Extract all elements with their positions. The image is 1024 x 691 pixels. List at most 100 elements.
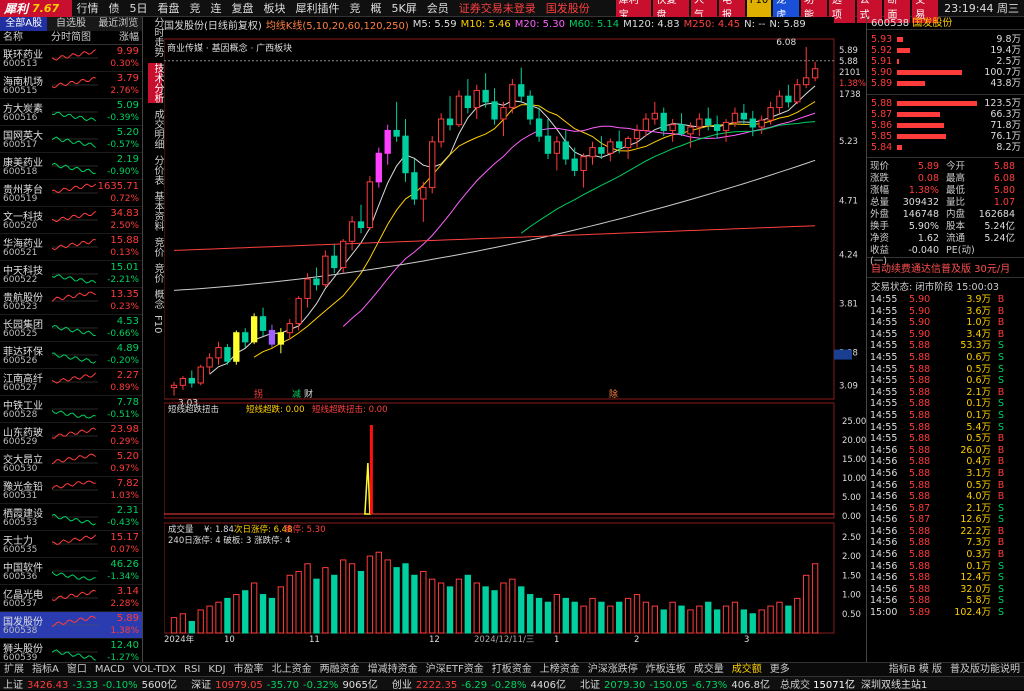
candle[interactable] [678, 113, 685, 137]
volume-bar[interactable] [446, 586, 454, 634]
ask-row[interactable]: 5.90 100.7万 [867, 67, 1024, 78]
candle[interactable] [357, 204, 365, 234]
stock-row[interactable]: 山东药玻 600529 23.98 0.29% [0, 423, 142, 450]
volume-bar[interactable] [437, 582, 445, 634]
candle[interactable] [803, 47, 810, 89]
volume-bar[interactable] [197, 609, 204, 634]
indicator-tab-10[interactable]: 沪深ETF资金 [422, 663, 488, 677]
volume-bar[interactable] [322, 567, 329, 634]
candle[interactable] [402, 119, 409, 182]
bid-row[interactable]: 5.87 66.3万 [867, 109, 1024, 120]
stock-row[interactable]: 联环药业 600513 9.99 0.30% [0, 45, 142, 72]
volume-bar[interactable] [268, 597, 276, 634]
stock-row[interactable]: 栖霞建设 600533 2.31 -0.43% [0, 504, 142, 531]
menu-item-7[interactable]: 板块 [259, 0, 291, 17]
side-tab-3[interactable]: 分价表 [148, 155, 163, 185]
indicator-tab-15[interactable]: 成交量 [690, 663, 728, 677]
volume-bar[interactable] [402, 563, 409, 634]
volume-bar[interactable] [713, 609, 721, 634]
indicator-tab-2[interactable]: MACD [91, 663, 129, 677]
stock-row[interactable]: 国网英大 600517 5.20 -0.57% [0, 126, 142, 153]
indicator-tab-0[interactable]: 指标A [28, 663, 63, 677]
candle[interactable] [607, 138, 614, 162]
candle[interactable] [331, 244, 338, 274]
indicator-tab-8[interactable]: 两融资金 [316, 663, 364, 677]
menu-item-9[interactable]: 竞 [345, 0, 366, 17]
volume-bar[interactable] [242, 590, 249, 634]
kline-chart-area[interactable]: 商业传媒 · 基因概念 · 广西板块6.083.03拐减财除5.895.8821… [164, 31, 866, 651]
app-logo[interactable]: 犀利 7.67 [0, 0, 72, 17]
volume-bar[interactable] [642, 601, 650, 634]
candle[interactable] [500, 101, 507, 137]
candle[interactable] [562, 130, 569, 165]
indicator-tab-4[interactable]: RSI [180, 663, 204, 677]
volume-bar[interactable] [776, 601, 783, 634]
volume-bar[interactable] [598, 601, 605, 634]
candle[interactable] [420, 181, 427, 222]
volume-bar[interactable] [170, 617, 178, 634]
menu-item-3[interactable]: 看盘 [153, 0, 185, 17]
volume-bar[interactable] [393, 567, 400, 634]
candle[interactable] [170, 381, 178, 396]
indicator-tab-11[interactable]: 打板资金 [488, 663, 536, 677]
candle[interactable] [313, 267, 320, 291]
volume-bar[interactable] [669, 601, 676, 634]
menu-item-12[interactable]: 会员 [422, 0, 454, 17]
indicator-tab-13[interactable]: 沪深涨跌停 [584, 663, 642, 677]
index-status[interactable]: 上证 3426.43 -3.33 -0.10% 5600亿 [3, 676, 181, 691]
menu-item-11[interactable]: 5K屏 [387, 0, 422, 17]
candle[interactable] [491, 88, 498, 125]
list-tab-2[interactable]: 最近浏览 [95, 17, 142, 31]
candle[interactable] [206, 353, 213, 374]
volume-bar[interactable] [518, 586, 525, 634]
candle[interactable] [571, 147, 578, 177]
stock-row[interactable]: 豫光金铅 600531 7.82 1.03% [0, 477, 142, 504]
candle[interactable] [660, 107, 667, 137]
menu-item-6[interactable]: 复盘 [227, 0, 259, 17]
candle[interactable] [224, 344, 231, 365]
volume-bar[interactable] [411, 574, 418, 634]
stock-row[interactable]: 中国软件 600536 46.26 -1.34% [0, 558, 142, 585]
candle[interactable] [589, 141, 596, 165]
ask-row[interactable]: 5.92 19.4万 [867, 45, 1024, 56]
stock-row[interactable]: 菲达环保 600526 4.89 -0.20% [0, 342, 142, 369]
candle[interactable] [794, 79, 801, 105]
volume-bar[interactable] [785, 605, 792, 634]
candle[interactable] [651, 101, 658, 125]
menu-item-8[interactable]: 犀利插件 [291, 0, 345, 17]
volume-bar[interactable] [304, 563, 311, 634]
candle[interactable] [455, 90, 463, 127]
volume-bar[interactable] [206, 605, 213, 634]
volume-bar[interactable] [616, 601, 623, 634]
volume-bar[interactable] [535, 597, 543, 634]
candle[interactable] [642, 113, 650, 137]
expand-tab[interactable]: 扩展 [0, 663, 28, 677]
volume-bar[interactable] [179, 613, 187, 634]
indicator-tab-12[interactable]: 上榜资金 [536, 663, 584, 677]
candle[interactable] [624, 136, 632, 159]
index-status[interactable]: 北证 2079.30 -150.05 -6.73% 406.8亿 [580, 676, 774, 691]
menu-item-4[interactable]: 竞 [185, 0, 206, 17]
stock-row[interactable]: 中铁工业 600528 7.78 -0.51% [0, 396, 142, 423]
side-tab-5[interactable]: 竞价 [148, 237, 163, 257]
candle[interactable] [233, 330, 240, 365]
side-tab-6[interactable]: 竞价 [148, 263, 163, 283]
candle[interactable] [526, 90, 534, 125]
ask-row[interactable]: 5.89 43.8万 [867, 78, 1024, 89]
candle[interactable] [535, 107, 543, 142]
menu-item-2[interactable]: 5日 [125, 0, 153, 17]
volume-bar[interactable] [313, 578, 320, 634]
volume-bar[interactable] [348, 563, 356, 634]
volume-bar[interactable] [233, 594, 240, 634]
volume-bar[interactable] [811, 563, 819, 634]
stock-row[interactable]: 国发股份 600538 5.89 1.38% [0, 612, 142, 639]
index-status[interactable]: 创业 2222.35 -6.29 -0.28% 4406亿 [392, 676, 570, 691]
login-notice[interactable]: 证券交易未登录 [454, 0, 541, 17]
volume-bar[interactable] [384, 559, 391, 634]
list-tab-1[interactable]: 自选股 [47, 17, 94, 31]
candle[interactable] [375, 147, 382, 188]
candle[interactable] [259, 307, 267, 337]
side-tab-7[interactable]: 概念 [148, 289, 163, 309]
candle[interactable] [366, 176, 374, 230]
candle[interactable] [544, 119, 552, 159]
